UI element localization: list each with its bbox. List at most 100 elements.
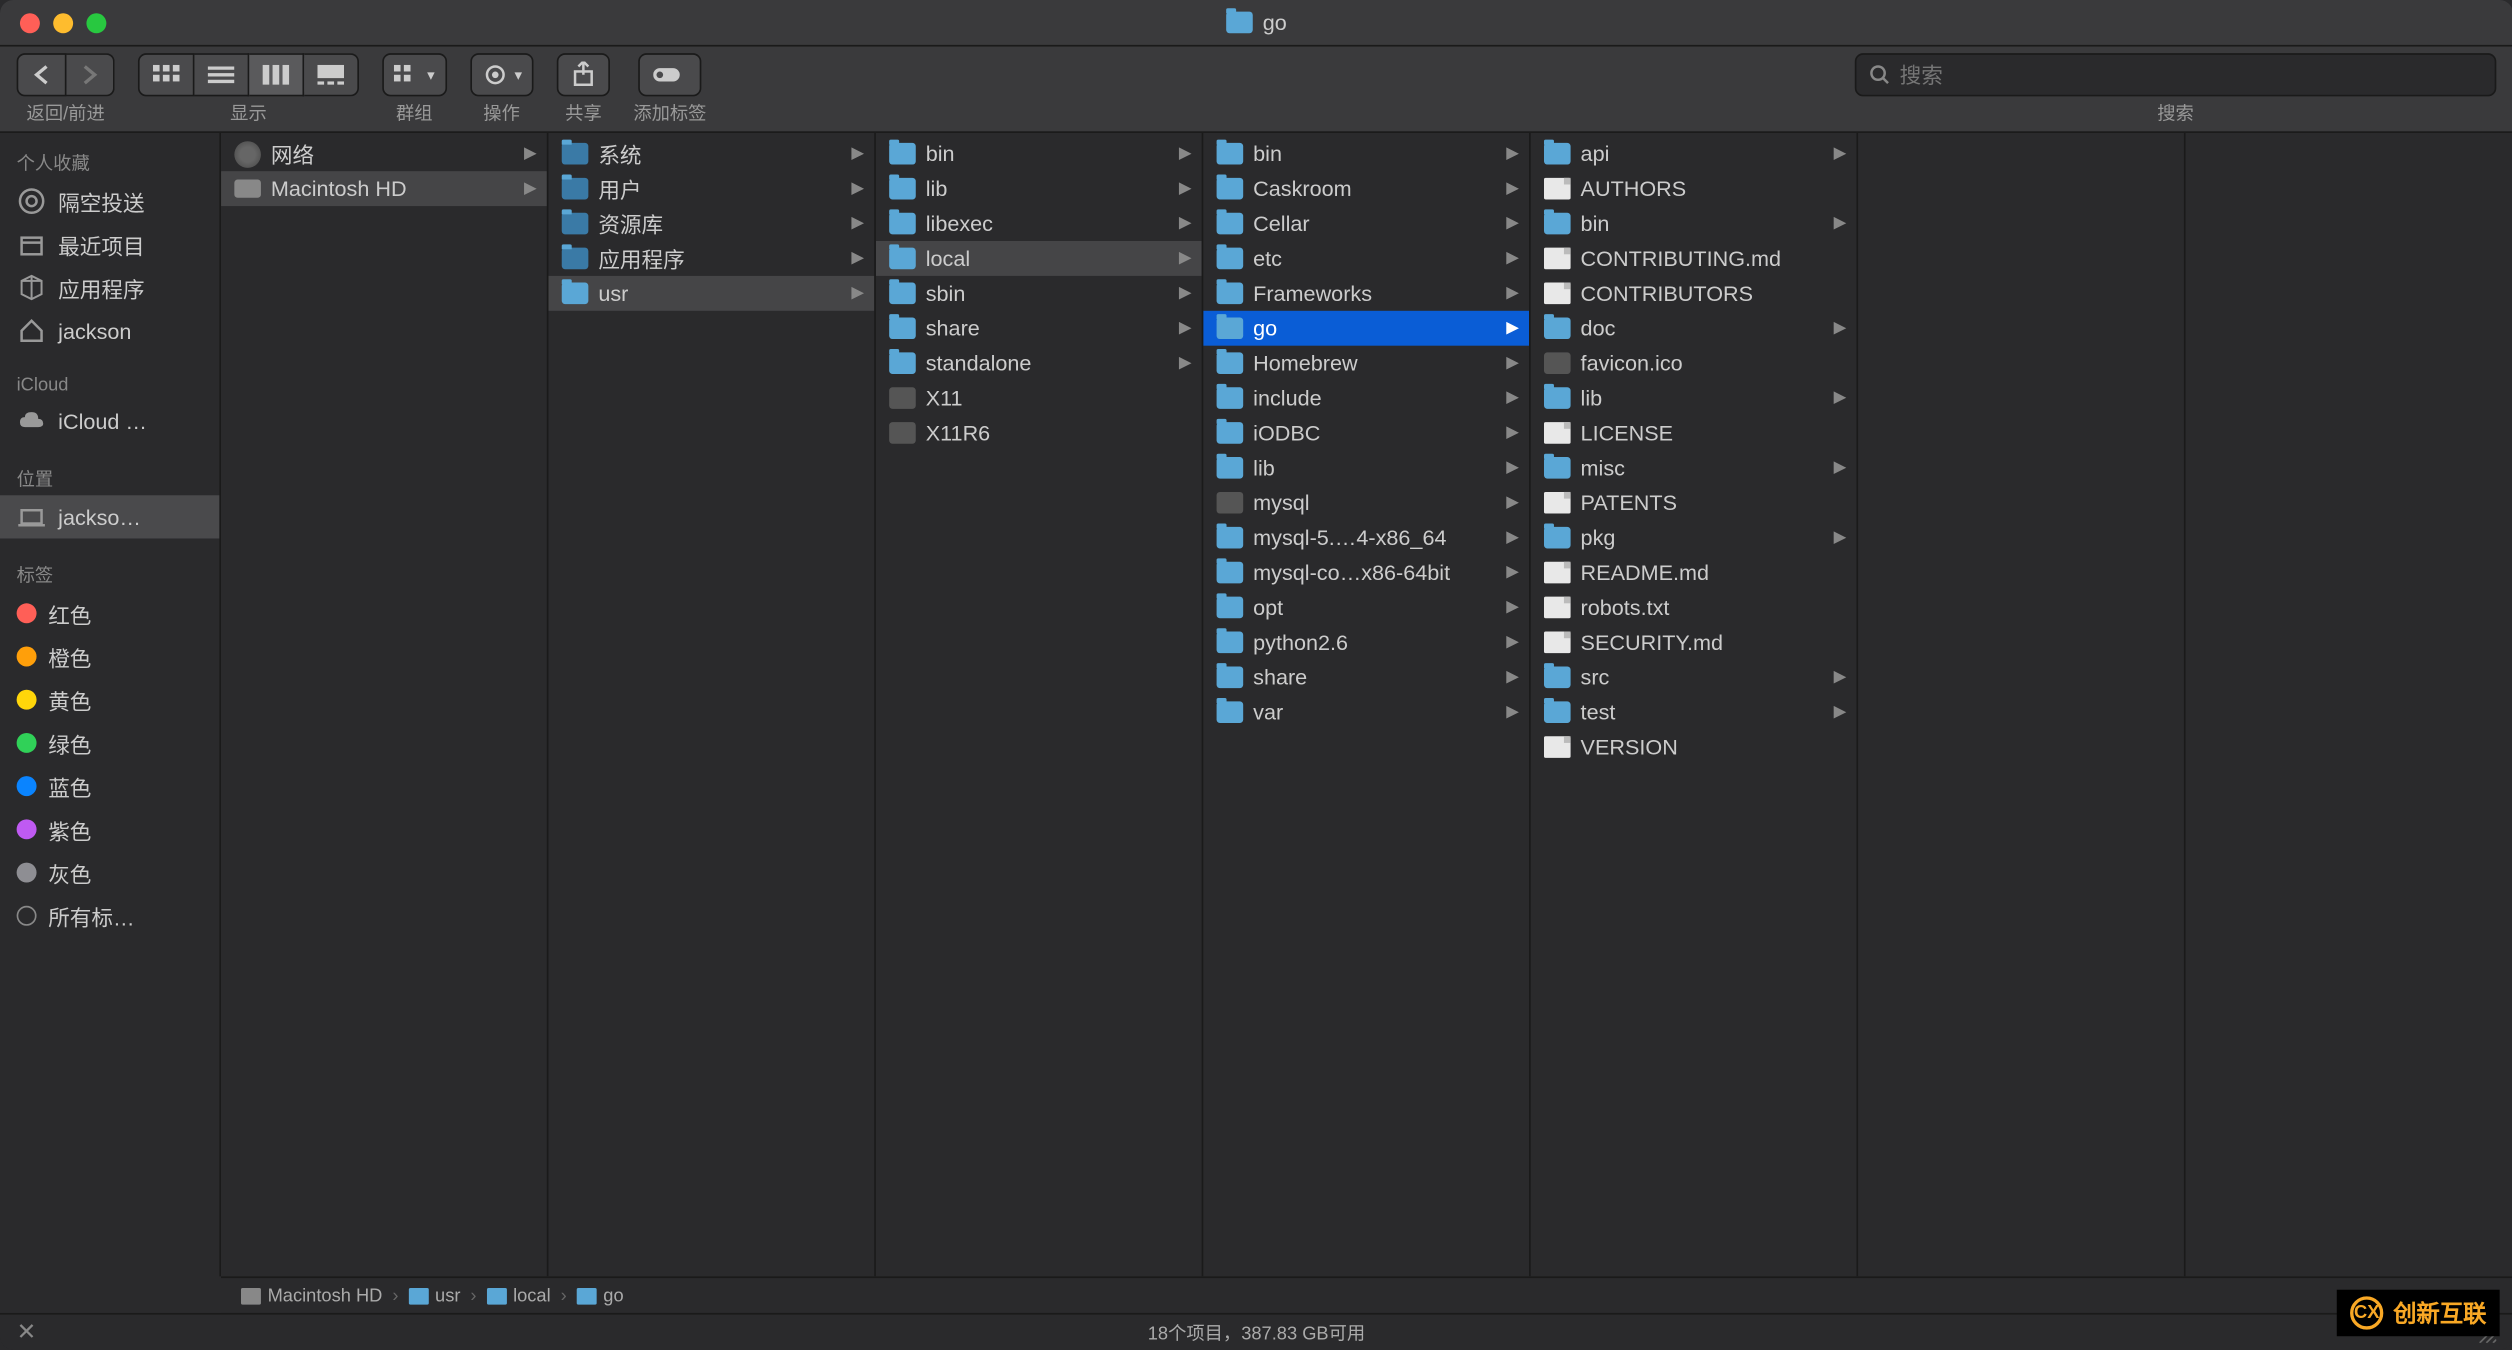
share-label: 共享 [565,100,602,127]
file-row-SECURITY.md[interactable]: SECURITY.md [1531,625,1857,660]
file-row-usr[interactable]: usr▶ [548,276,874,311]
file-row-bin[interactable]: bin▶ [876,136,1202,171]
view-label: 显示 [230,100,267,127]
settings-icon[interactable]: ✕ [17,1318,37,1346]
file-row-api[interactable]: api▶ [1531,136,1857,171]
forward-button[interactable] [66,53,114,96]
file-row-opt[interactable]: opt▶ [1203,590,1529,625]
file-row-VERSION[interactable]: VERSION [1531,730,1857,765]
file-row-bin[interactable]: bin▶ [1531,206,1857,241]
file-row-AUTHORS[interactable]: AUTHORS [1531,171,1857,206]
file-row-Macintosh HD[interactable]: Macintosh HD▶ [221,171,547,206]
file-row-src[interactable]: src▶ [1531,660,1857,695]
file-row-bin[interactable]: bin▶ [1203,136,1529,171]
nav-group: 返回/前进 [17,53,115,126]
file-row-robots.txt[interactable]: robots.txt [1531,590,1857,625]
file-row-PATENTS[interactable]: PATENTS [1531,485,1857,520]
file-row-应用程序[interactable]: 应用程序▶ [548,241,874,276]
file-row-misc[interactable]: misc▶ [1531,450,1857,485]
search-field[interactable] [1855,53,2497,96]
file-row-share[interactable]: share▶ [876,311,1202,346]
file-row-CONTRIBUTORS[interactable]: CONTRIBUTORS [1531,276,1857,311]
search-input[interactable] [1900,62,2482,87]
tag-item-红色[interactable]: 红色 [0,592,219,635]
sidebar-item-jackso…[interactable]: jackso… [0,495,219,538]
back-button[interactable] [17,53,67,96]
file-row-sbin[interactable]: sbin▶ [876,276,1202,311]
file-label: api [1581,141,1824,166]
tag-item-绿色[interactable]: 绿色 [0,721,219,764]
file-row-test[interactable]: test▶ [1531,695,1857,730]
breadcrumb-go[interactable]: go [577,1286,624,1306]
file-row-README.md[interactable]: README.md [1531,555,1857,590]
file-row-go[interactable]: go▶ [1203,311,1529,346]
file-row-X11[interactable]: X11 [876,381,1202,416]
file-row-lib[interactable]: lib▶ [876,171,1202,206]
breadcrumb-usr[interactable]: usr [408,1286,460,1306]
folder-icon [1217,666,1244,688]
file-row-libexec[interactable]: libexec▶ [876,206,1202,241]
zoom-button[interactable] [86,12,106,32]
file-row-网络[interactable]: 网络▶ [221,136,547,171]
tag-item-蓝色[interactable]: 蓝色 [0,765,219,808]
tag-item-灰色[interactable]: 灰色 [0,851,219,894]
sidebar-item-最近项目[interactable]: 最近项目 [0,223,219,266]
file-row-mysql-5.…4-x86_64[interactable]: mysql-5.…4-x86_64▶ [1203,520,1529,555]
list-view-button[interactable] [194,53,249,96]
file-row-iODBC[interactable]: iODBC▶ [1203,416,1529,451]
sidebar-item-应用程序[interactable]: 应用程序 [0,266,219,309]
sidebar-item-jackson[interactable]: jackson [0,309,219,352]
file-row-pkg[interactable]: pkg▶ [1531,520,1857,555]
add-tags-button[interactable] [638,53,701,96]
file-row-etc[interactable]: etc▶ [1203,241,1529,276]
file-row-share[interactable]: share▶ [1203,660,1529,695]
tag-item-橙色[interactable]: 橙色 [0,635,219,678]
icon-view-button[interactable] [138,53,195,96]
file-row-Frameworks[interactable]: Frameworks▶ [1203,276,1529,311]
sidebar-item-iCloud …[interactable]: iCloud … [0,399,219,442]
minimize-button[interactable] [53,12,73,32]
file-row-CONTRIBUTING.md[interactable]: CONTRIBUTING.md [1531,241,1857,276]
tag-item-所有标…[interactable]: 所有标… [0,894,219,937]
file-row-standalone[interactable]: standalone▶ [876,346,1202,381]
share-button[interactable] [557,53,610,96]
folder-icon [889,143,916,165]
sidebar-item-隔空投送[interactable]: 隔空投送 [0,179,219,222]
file-icon [1544,422,1571,444]
file-label: Caskroom [1253,176,1496,201]
file-label: local [926,246,1169,271]
tag-dot-icon [17,776,37,796]
file-row-mysql[interactable]: mysql▶ [1203,485,1529,520]
gallery-view-button[interactable] [304,53,359,96]
action-button[interactable]: ▾ [470,53,534,96]
file-row-mysql-co…x86-64bit[interactable]: mysql-co…x86-64bit▶ [1203,555,1529,590]
breadcrumb-Macintosh HD[interactable]: Macintosh HD [241,1286,382,1306]
tag-item-紫色[interactable]: 紫色 [0,808,219,851]
file-row-lib[interactable]: lib▶ [1531,381,1857,416]
column-view-button[interactable] [249,53,304,96]
icloud-header: iCloud [0,369,219,399]
chevron-right-icon: ▶ [1506,703,1519,721]
group-button[interactable]: ▾ [382,53,446,96]
file-row-var[interactable]: var▶ [1203,695,1529,730]
file-row-favicon.ico[interactable]: favicon.ico [1531,346,1857,381]
breadcrumb-local[interactable]: local [486,1286,550,1306]
file-row-X11R6[interactable]: X11R6 [876,416,1202,451]
file-row-Cellar[interactable]: Cellar▶ [1203,206,1529,241]
file-row-LICENSE[interactable]: LICENSE [1531,416,1857,451]
file-row-Homebrew[interactable]: Homebrew▶ [1203,346,1529,381]
file-row-lib[interactable]: lib▶ [1203,450,1529,485]
tag-item-黄色[interactable]: 黄色 [0,678,219,721]
file-row-系统[interactable]: 系统▶ [548,136,874,171]
tag-label: 绿色 [48,727,91,759]
view-group: 显示 [138,53,359,126]
file-row-Caskroom[interactable]: Caskroom▶ [1203,171,1529,206]
close-button[interactable] [20,12,40,32]
file-row-doc[interactable]: doc▶ [1531,311,1857,346]
file-row-local[interactable]: local▶ [876,241,1202,276]
file-row-资源库[interactable]: 资源库▶ [548,206,874,241]
sidebar-item-label: 最近项目 [58,229,144,261]
file-row-include[interactable]: include▶ [1203,381,1529,416]
file-row-用户[interactable]: 用户▶ [548,171,874,206]
file-row-python2.6[interactable]: python2.6▶ [1203,625,1529,660]
